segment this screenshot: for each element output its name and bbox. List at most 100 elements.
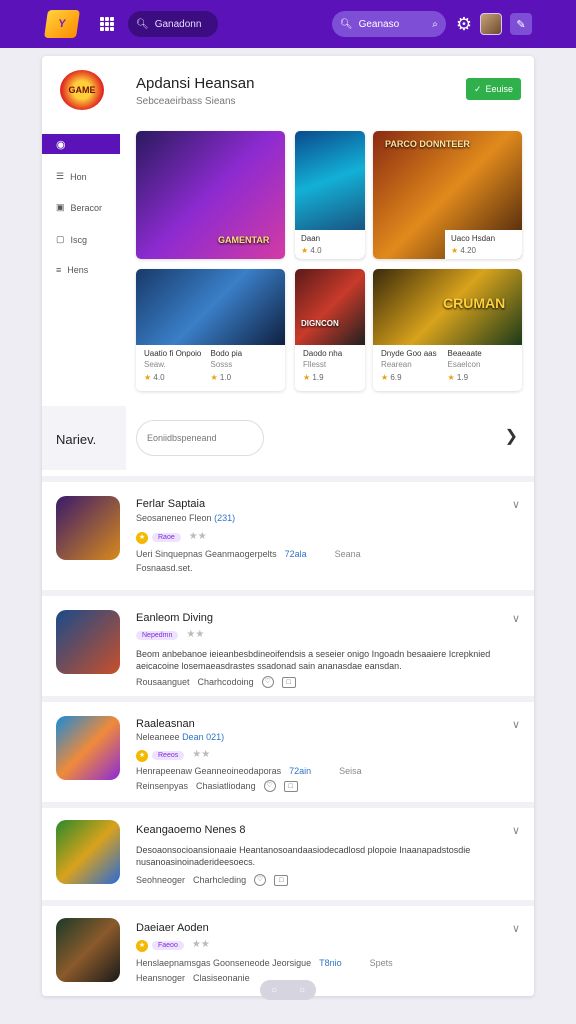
- item-title: Daeiaer Aoden: [136, 922, 209, 934]
- apps-grid-icon[interactable]: [100, 17, 114, 31]
- bars-icon: ≡: [56, 265, 62, 275]
- filter-label: Nariev.: [56, 432, 97, 447]
- sidebar-item-1[interactable]: ☰ Hon: [56, 171, 87, 182]
- star-icon: ★: [144, 373, 152, 382]
- search-input-right[interactable]: 🔍︎ Geanaso ⌕: [331, 11, 446, 37]
- tile-sub: Seaw.: [144, 360, 166, 369]
- list-item[interactable]: Ferlar Saptaia Seosaneneo Fleon (231) ★ R…: [42, 476, 534, 586]
- star-icon: ★: [451, 246, 459, 255]
- chevron-down-icon[interactable]: ∨: [512, 922, 520, 935]
- star-icon: ★: [381, 373, 389, 382]
- share-icon[interactable]: □: [274, 874, 289, 886]
- item-description: Beom anbebanoe ieieanbesbdineoifendsis a…: [136, 649, 491, 671]
- game-tile-wide[interactable]: DIGNCON Daodo nha Fllesst ★ 1.9: [295, 269, 365, 391]
- genre-tag: Faeoo: [152, 941, 184, 950]
- sidebar-item-home[interactable]: ◉: [42, 134, 120, 154]
- game-art: DIGNCON: [295, 269, 365, 345]
- search-right-text: Geanaso: [358, 18, 400, 30]
- genre-tag: Raoe: [152, 533, 181, 542]
- star-icon: ★: [301, 246, 309, 255]
- tile-rating: 4.0: [310, 246, 322, 255]
- filter-input[interactable]: Eoniidbspeneand: [136, 420, 264, 456]
- tile-title: Daan: [301, 234, 321, 243]
- item-title: Eanleom Diving: [136, 612, 214, 624]
- gear-icon[interactable]: ⚙: [456, 14, 472, 35]
- tile-title: Beaeaate: [447, 349, 482, 358]
- rating-stars: ★★: [186, 629, 205, 640]
- sidebar-item-3[interactable]: ▢ Iscg: [56, 234, 87, 245]
- tile-sub: Fllesst: [303, 360, 327, 369]
- game-icon: [56, 820, 120, 884]
- game-art: CRUMAN: [373, 269, 522, 345]
- chevron-down-icon[interactable]: ∨: [512, 718, 520, 731]
- tile-title: Uaco Hsdan: [451, 234, 496, 243]
- badge-icon: ★: [136, 940, 148, 952]
- page-dot-icon[interactable]: ○: [271, 985, 277, 996]
- game-tile[interactable]: GAMENTAR: [136, 131, 285, 259]
- star-icon: ★: [447, 373, 455, 382]
- item-title: Keangaoemo Nenes 8: [136, 824, 246, 836]
- avatar[interactable]: [480, 13, 502, 35]
- comment-icon[interactable]: ♡: [261, 676, 274, 688]
- list-item[interactable]: Raaleasnan Neleaneee Dean 021) ★ Reeos ★★ …: [42, 696, 534, 802]
- chevron-down-icon[interactable]: ∨: [512, 498, 520, 511]
- tile-title: Uaatio fi Onpoio: [144, 349, 202, 358]
- badge-icon: ★: [136, 750, 148, 762]
- game-tile[interactable]: PARCO DONNTEER Uaco Hsdan ★ 4.20: [373, 131, 522, 259]
- tile-rating: 4.20: [460, 246, 476, 255]
- tile-sub: Sosss: [210, 360, 233, 369]
- comment-icon[interactable]: ♡: [254, 874, 267, 886]
- edit-icon[interactable]: ✎: [510, 13, 532, 35]
- top-bar: Y 🔍︎ Ganadonn 🔍︎ Geanaso ⌕ ⚙ ✎: [0, 0, 576, 48]
- app-logo: GAME: [60, 70, 104, 110]
- follow-button[interactable]: ✓ Eeuise: [466, 78, 521, 100]
- comment-icon[interactable]: ♡: [263, 780, 276, 792]
- tile-sub: Esaelcon: [447, 360, 481, 369]
- follow-label: Eeuise: [485, 84, 514, 94]
- chevron-down-icon[interactable]: ∨: [512, 612, 520, 625]
- rating-stars: ★★: [192, 749, 211, 760]
- tile-title: Bodo pia: [210, 349, 243, 358]
- game-icon: [56, 716, 120, 780]
- game-tile-wide[interactable]: Uaatio fi Onpoio Seaw. ★ 4.0 Bodo pia So…: [136, 269, 285, 391]
- item-title: Ferlar Saptaia: [136, 498, 206, 510]
- chevron-down-icon[interactable]: ∨: [512, 824, 520, 837]
- check-icon: ✓: [473, 83, 482, 94]
- app-header: GAME Apdansi Heansan Sebceaeirbass Siean…: [42, 56, 534, 130]
- genre-tag: Reeos: [152, 751, 185, 760]
- share-icon[interactable]: □: [281, 676, 296, 688]
- tile-title: Daodo nha: [303, 349, 343, 358]
- search-left-text: Ganadonn: [154, 18, 202, 30]
- search-icon: 🔍︎: [339, 18, 353, 30]
- game-art: GAMENTAR: [136, 131, 285, 259]
- game-art: [136, 269, 285, 345]
- genre-tag: Nepedmn: [136, 631, 179, 640]
- game-icon: [56, 610, 120, 674]
- game-icon: [56, 918, 120, 982]
- sidebar-item-2[interactable]: ▣ Beracor: [56, 202, 102, 213]
- badge-icon: ★: [136, 532, 148, 544]
- star-icon: ★: [210, 373, 218, 382]
- pager: ○ ○: [260, 980, 316, 1000]
- page-title: Apdansi Heansan: [136, 75, 255, 92]
- brand-logo[interactable]: Y: [44, 10, 80, 38]
- search-input-left[interactable]: 🔍︎ Ganadonn: [128, 11, 218, 37]
- game-tile-wide[interactable]: CRUMAN Dnyde Goo aas Rearean ★ 6.9 Beaea…: [373, 269, 522, 391]
- share-icon[interactable]: □: [283, 780, 298, 792]
- rating-stars: ★★: [191, 939, 210, 950]
- sidebar-item-4[interactable]: ≡ Hens: [56, 265, 88, 275]
- star-icon: ★: [303, 373, 311, 382]
- tile-title: Dnyde Goo aas: [381, 349, 437, 358]
- list-item[interactable]: Keangaoemo Nenes 8 Desoaonsocioansionaai…: [42, 802, 534, 900]
- magnifier-icon[interactable]: ⌕: [432, 19, 438, 30]
- filter-row: Nariev. Eoniidbspeneand ❯: [42, 406, 534, 470]
- item-title: Raaleasnan: [136, 718, 195, 730]
- list-item[interactable]: Eanleom Diving Nepedmn ★★ Beom anbebanoe …: [42, 590, 534, 696]
- game-tile[interactable]: Daan ★ 4.0: [295, 131, 365, 259]
- item-description: Desoaonsocioansionaaie Heantanosoandaasi…: [136, 845, 471, 867]
- rating-stars: ★★: [188, 531, 207, 542]
- main-card: GAME Apdansi Heansan Sebceaeirbass Siean…: [42, 56, 534, 996]
- chevron-right-icon[interactable]: ❯: [505, 426, 518, 446]
- search-icon: 🔍︎: [136, 18, 149, 30]
- page-dot-icon[interactable]: ○: [299, 985, 305, 996]
